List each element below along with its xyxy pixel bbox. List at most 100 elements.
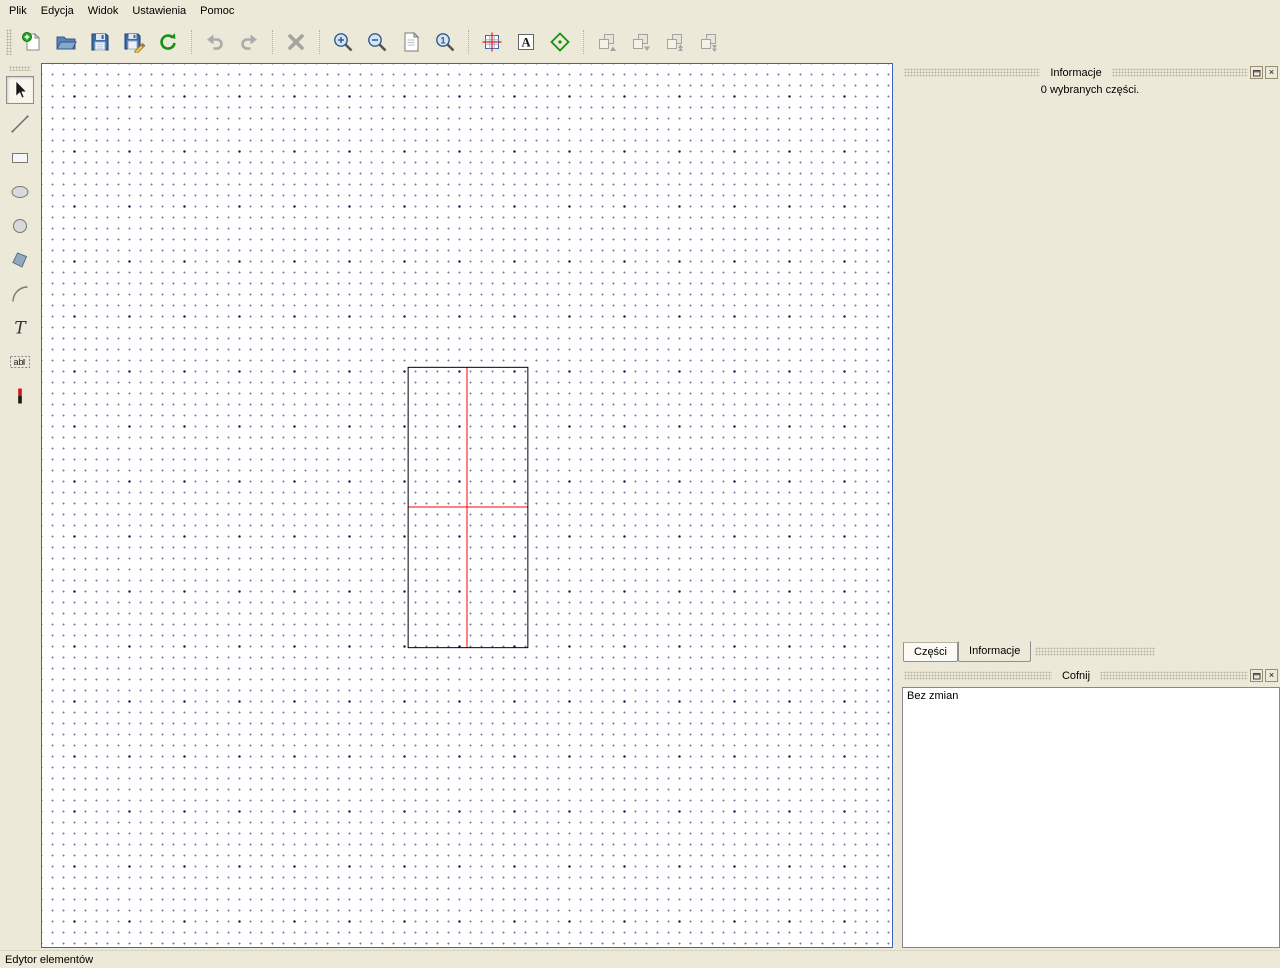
menu-edycja[interactable]: Edycja (34, 2, 81, 20)
element-drawing (42, 64, 892, 947)
cofnij-dock-title: Cofnij (1054, 670, 1098, 682)
informacje-dock-titlebar[interactable]: Informacje × (902, 65, 1280, 80)
undo-history-list[interactable]: Bez zmian (902, 687, 1280, 948)
zoom-reset-button[interactable]: 1 (428, 26, 462, 58)
send-backward-icon (698, 31, 720, 53)
float-icon (1253, 69, 1261, 77)
dock-title-texture (1100, 671, 1248, 680)
undo-arrow-icon (204, 31, 226, 53)
send-backward-button[interactable] (692, 26, 726, 58)
floppy-disk-icon (89, 31, 111, 53)
menu-ustawienia[interactable]: Ustawienia (125, 2, 193, 20)
new-document-icon (21, 31, 43, 53)
toolbar-separator (468, 30, 469, 54)
zoom-out-button[interactable] (360, 26, 394, 58)
svg-text:A: A (521, 36, 530, 50)
raise-icon (596, 31, 618, 53)
cofnij-dock-titlebar[interactable]: Cofnij × (902, 668, 1280, 683)
lower-icon (630, 31, 652, 53)
edit-names-button[interactable]: A (509, 26, 543, 58)
circle-tool-button[interactable] (6, 212, 34, 240)
polygon-icon (9, 249, 31, 271)
menu-plik[interactable]: Plik (2, 2, 34, 20)
dock-title-texture (1035, 647, 1155, 656)
tab-informacje[interactable]: Informacje (958, 641, 1031, 662)
reload-arrow-icon (157, 31, 179, 53)
undo-button[interactable] (198, 26, 232, 58)
informacje-close-button[interactable]: × (1265, 66, 1278, 79)
svg-text:1: 1 (440, 35, 445, 45)
zoom-fit-button[interactable] (394, 26, 428, 58)
zoom-out-icon (366, 31, 388, 53)
save-as-button[interactable] (117, 26, 151, 58)
arc-tool-button[interactable] (6, 280, 34, 308)
circle-icon (9, 215, 31, 237)
open-button[interactable] (49, 26, 83, 58)
new-document-button[interactable] (15, 26, 49, 58)
arc-icon (9, 283, 31, 305)
svg-text:ab: ab (13, 357, 23, 367)
delete-button[interactable] (279, 26, 313, 58)
drawing-tools-toolbar: T ab (0, 62, 40, 950)
float-icon (1253, 672, 1261, 680)
toolbar-handle[interactable] (9, 66, 31, 71)
informacje-float-button[interactable] (1250, 66, 1263, 79)
dock-tab-bar: Części Informacje (903, 641, 1155, 662)
terminal-tool-button[interactable] (6, 382, 34, 410)
delete-cross-icon (285, 31, 307, 53)
menu-pomoc[interactable]: Pomoc (193, 2, 241, 20)
list-item[interactable]: Bez zmian (903, 688, 1279, 704)
text-field-icon: ab (9, 351, 31, 373)
dock-title-texture (904, 671, 1052, 680)
selection-info-text: 0 wybranych części. (900, 84, 1280, 96)
open-folder-icon (55, 31, 77, 53)
ellipse-icon (9, 181, 31, 203)
redo-arrow-icon (238, 31, 260, 53)
informacje-dock-title: Informacje (1042, 67, 1109, 79)
dock-area: Informacje × 0 wybranych części. Części … (900, 62, 1280, 950)
close-icon: × (1269, 68, 1274, 77)
line-icon (9, 113, 31, 135)
raise-button[interactable] (590, 26, 624, 58)
bring-forward-button[interactable] (658, 26, 692, 58)
green-diamond-icon (549, 31, 571, 53)
element-editing-canvas[interactable] (41, 63, 893, 948)
save-button[interactable] (83, 26, 117, 58)
select-tool-button[interactable] (6, 76, 34, 104)
text-tool-button[interactable]: T (6, 314, 34, 342)
toolbar-separator (272, 30, 273, 54)
menu-bar: Plik Edycja Widok Ustawienia Pomoc (0, 0, 1280, 22)
element-editor-window: Plik Edycja Widok Ustawienia Pomoc (0, 0, 1280, 968)
lower-button[interactable] (624, 26, 658, 58)
zoom-in-button[interactable] (326, 26, 360, 58)
cofnij-close-button[interactable]: × (1265, 669, 1278, 682)
redo-button[interactable] (232, 26, 266, 58)
zoom-reset-icon: 1 (434, 31, 456, 53)
rectangle-icon (9, 147, 31, 169)
terminal-icon (9, 385, 31, 407)
tab-czesci[interactable]: Części (903, 642, 958, 662)
toolbar-separator (191, 30, 192, 54)
bring-forward-icon (664, 31, 686, 53)
grid-crosshair-icon (481, 31, 503, 53)
toolbar-separator (583, 30, 584, 54)
dock-title-texture (904, 68, 1040, 77)
polygon-tool-button[interactable] (6, 246, 34, 274)
rectangle-tool-button[interactable] (6, 144, 34, 172)
cofnij-float-button[interactable] (1250, 669, 1263, 682)
close-icon: × (1269, 671, 1274, 680)
svg-text:T: T (14, 319, 27, 339)
textfield-tool-button[interactable]: ab (6, 348, 34, 376)
reload-button[interactable] (151, 26, 185, 58)
menu-widok[interactable]: Widok (81, 2, 126, 20)
toolbar-handle[interactable] (6, 29, 12, 55)
toolbar-separator (319, 30, 320, 54)
line-tool-button[interactable] (6, 110, 34, 138)
status-bar: Edytor elementów (0, 950, 1280, 968)
edit-dimensions-button[interactable] (475, 26, 509, 58)
zoom-fit-page-icon (400, 31, 422, 53)
dock-title-texture (1112, 68, 1248, 77)
ellipse-tool-button[interactable] (6, 178, 34, 206)
edit-orientations-button[interactable] (543, 26, 577, 58)
italic-t-icon: T (9, 317, 31, 339)
